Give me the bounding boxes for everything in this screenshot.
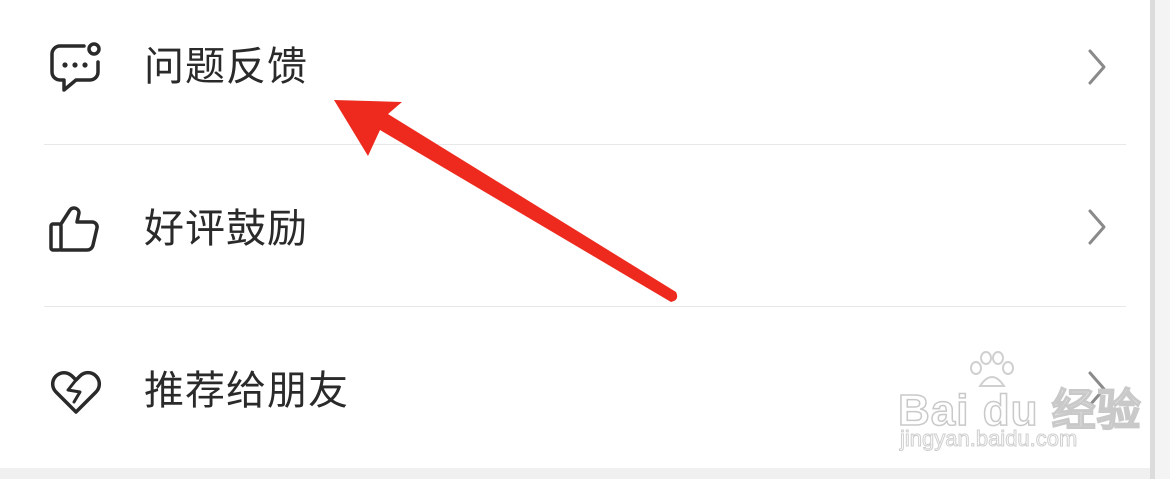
menu-item-rate[interactable]: 好评鼓励	[0, 145, 1150, 285]
thumbs-up-icon	[46, 200, 106, 260]
chevron-right-icon	[1082, 205, 1112, 249]
chevron-right-icon	[1082, 367, 1112, 411]
chevron-right-icon	[1082, 45, 1112, 89]
menu-item-label: 推荐给朋友	[144, 368, 349, 414]
menu-item-label: 好评鼓励	[144, 206, 308, 252]
settings-menu-list: 问题反馈 好评鼓励 推荐给朋友	[0, 0, 1150, 468]
heart-share-icon	[46, 362, 106, 422]
list-bottom-gap	[0, 468, 1150, 479]
menu-item-label: 问题反馈	[144, 44, 308, 90]
scroll-edge	[1150, 0, 1170, 479]
menu-item-recommend[interactable]: 推荐给朋友	[0, 307, 1150, 447]
feedback-chat-icon	[46, 38, 106, 98]
menu-item-feedback[interactable]: 问题反馈	[0, 0, 1150, 140]
